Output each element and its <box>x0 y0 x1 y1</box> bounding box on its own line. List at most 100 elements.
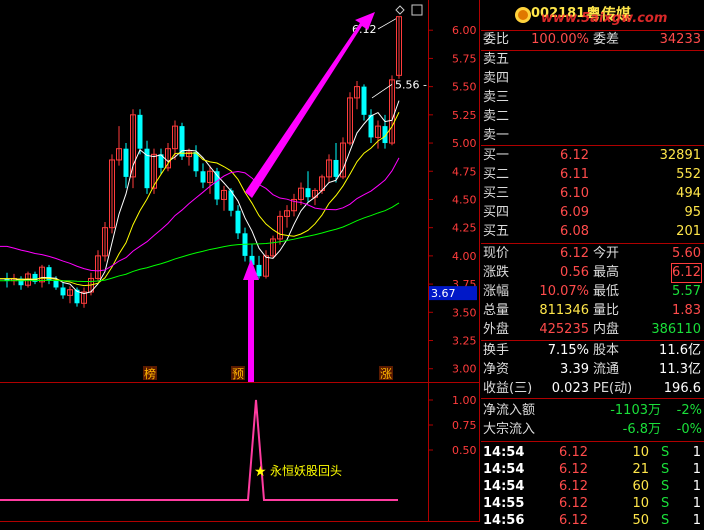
candle-body <box>200 171 206 183</box>
quote-value: 5.57 <box>672 284 701 299</box>
fund-value: 11.3亿 <box>659 362 701 377</box>
candle-body <box>235 210 241 234</box>
quote-value: 0.56 <box>560 265 589 280</box>
bid-label: 买三 <box>483 186 510 201</box>
tick-count: 1 <box>692 513 701 528</box>
tick-price: 6.12 <box>559 479 588 494</box>
star-icon: ★ <box>254 464 267 480</box>
flow-amount: -6.8万 <box>622 422 661 437</box>
price-tick-label: 6.00 <box>452 24 477 37</box>
moving-averages <box>0 100 400 295</box>
quote-label: 涨跌 <box>483 265 510 280</box>
bid-price: 6.09 <box>560 205 589 220</box>
fund-value: 11.6亿 <box>659 343 701 358</box>
price-tick-label: 4.00 <box>452 250 477 263</box>
quote-label: 内盘 <box>593 322 620 337</box>
quote-label: 最高 <box>593 265 620 280</box>
tick-volume: 10 <box>632 445 649 460</box>
tick-side: S <box>661 496 670 511</box>
quote-label: 涨幅 <box>483 284 510 299</box>
quote-value: 6.12 <box>560 246 589 261</box>
fund-value: 0.023 <box>551 381 589 396</box>
stock-header[interactable]: 002181 粤传媒 www.5aixgw.com <box>481 0 704 30</box>
diff-label: 委差 <box>593 32 620 47</box>
window-box-icon <box>411 4 423 16</box>
price-tick-label: 3.50 <box>452 306 477 319</box>
current-price-text: 3.67 <box>431 287 456 300</box>
kline-chart[interactable]: 6.005.755.505.255.004.754.504.254.003.75… <box>0 0 480 522</box>
candle-body <box>305 188 311 198</box>
diff-value: 34233 <box>659 32 701 47</box>
flow-amount: -1103万 <box>610 403 661 418</box>
ask-label: 卖一 <box>483 128 510 143</box>
tick-volume: 60 <box>632 479 649 494</box>
ma-5-line <box>0 100 400 295</box>
price-tick-label: 3.25 <box>452 335 477 348</box>
tick-price: 6.12 <box>559 513 588 528</box>
bid-label: 买四 <box>483 205 510 220</box>
tick-side: S <box>661 462 670 477</box>
fund-label: 股本 <box>593 343 620 358</box>
candle-body <box>333 159 339 177</box>
quote-label: 量比 <box>593 303 620 318</box>
bid-label: 买二 <box>483 167 510 182</box>
quote-value: 386110 <box>651 322 701 337</box>
diamond-icon <box>395 5 405 15</box>
tick-side: S <box>661 513 670 528</box>
tick-time: 14:54 <box>483 445 525 460</box>
quote-label: 总量 <box>483 303 510 318</box>
tick-time: 14:54 <box>483 479 525 494</box>
tick-price: 6.12 <box>559 496 588 511</box>
bid-label: 买一 <box>483 148 510 163</box>
indicator-tick-label: 0.50 <box>452 444 477 457</box>
quote-value: 10.07% <box>539 284 589 299</box>
quote-value: 425235 <box>539 322 589 337</box>
ratio-label: 委比 <box>483 32 510 47</box>
tick-count: 1 <box>692 462 701 477</box>
bid-volume: 552 <box>676 167 701 182</box>
watermark: www.5aixgw.com <box>541 11 668 26</box>
price-tick-label: 4.75 <box>452 165 477 178</box>
quote-label: 现价 <box>483 246 510 261</box>
marker-label: 涨 <box>380 366 392 381</box>
fund-label: 流通 <box>593 362 620 377</box>
bid-volume: 494 <box>676 186 701 201</box>
tick-volume: 10 <box>632 496 649 511</box>
price-tick-label: 4.25 <box>452 222 477 235</box>
candle-body <box>60 287 66 296</box>
candle-body <box>361 86 367 115</box>
indicator-tick-label: 1.00 <box>452 394 477 407</box>
annotations: 6.125.56 -榜预涨 <box>143 4 427 382</box>
tick-count: 1 <box>692 479 701 494</box>
tick-time: 14:54 <box>483 462 525 477</box>
fund-value: 7.15% <box>547 343 589 358</box>
marker-label: 预 <box>232 367 244 381</box>
tick-time: 14:55 <box>483 496 525 511</box>
tick-count: 1 <box>692 445 701 460</box>
price-tick-label: 5.50 <box>452 81 477 94</box>
candlestick-series <box>4 16 402 308</box>
ratio-value: 100.00% <box>531 32 589 47</box>
tick-volume: 21 <box>632 462 649 477</box>
fund-label: PE(动) <box>593 381 633 396</box>
tick-side: S <box>661 479 670 494</box>
tick-price: 6.12 <box>559 445 588 460</box>
flow-pct: -0% <box>676 422 702 437</box>
bid-volume: 32891 <box>659 148 701 163</box>
tick-side: S <box>661 445 670 460</box>
fund-label: 换手 <box>483 343 510 358</box>
quote-label: 今开 <box>593 246 620 261</box>
marker-label: 榜 <box>144 366 156 381</box>
ask-label: 卖三 <box>483 90 510 105</box>
flow-label: 净流入额 <box>483 403 536 418</box>
tick-price: 6.12 <box>559 462 588 477</box>
ma-60-line <box>0 202 400 282</box>
price-tick-label: 4.50 <box>452 193 477 206</box>
price-tick-label: 5.25 <box>452 109 477 122</box>
quote-label: 外盘 <box>483 322 510 337</box>
quote-value: 6.12 <box>671 263 702 283</box>
indicator-tick-label: 0.75 <box>452 419 477 432</box>
quote-value: 811346 <box>539 303 589 318</box>
quote-label: 最低 <box>593 284 620 299</box>
price-tick-label: 5.75 <box>452 52 477 65</box>
